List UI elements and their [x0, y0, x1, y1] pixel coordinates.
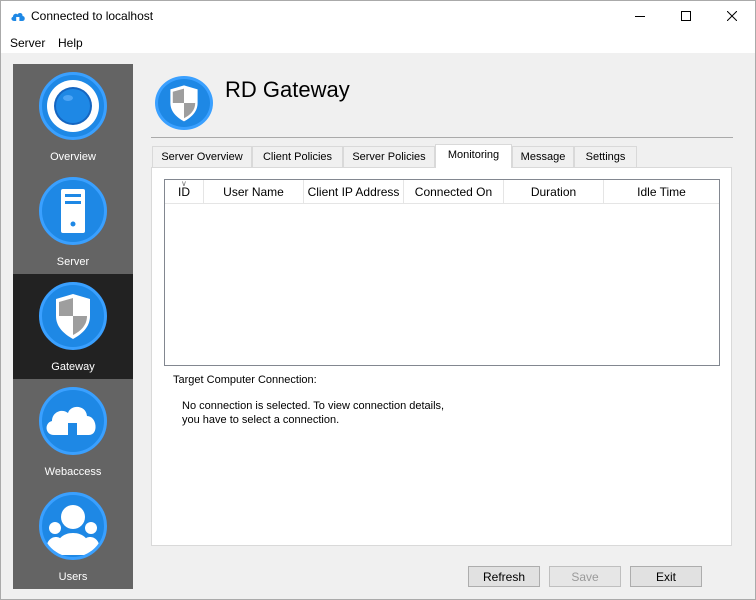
- column-header-id[interactable]: ∨ ID: [165, 179, 204, 204]
- overview-icon: [39, 72, 107, 140]
- title-bar: Connected to localhost: [1, 1, 755, 31]
- shield-icon: [39, 282, 107, 350]
- sidebar-item-users[interactable]: Users: [13, 484, 133, 589]
- tab-server-policies[interactable]: Server Policies: [343, 146, 435, 167]
- shield-icon: [155, 76, 213, 130]
- maximize-icon: [681, 11, 691, 21]
- menu-bar: Server Help: [1, 31, 755, 53]
- target-connection-label: Target Computer Connection:: [173, 374, 317, 386]
- column-header-duration[interactable]: Duration: [504, 180, 604, 204]
- sidebar-item-label: Gateway: [51, 361, 95, 373]
- target-connection-info: No connection is selected. To view conne…: [182, 399, 502, 427]
- target-info-line: No connection is selected. To view conne…: [182, 400, 445, 412]
- page-title: RD Gateway: [225, 77, 350, 102]
- menu-server[interactable]: Server: [10, 36, 45, 50]
- users-icon: [39, 492, 107, 560]
- connections-list[interactable]: ∨ ID User Name Client IP Address Connect…: [164, 179, 720, 366]
- list-header: ∨ ID User Name Client IP Address Connect…: [165, 179, 719, 204]
- tab-server-overview[interactable]: Server Overview: [152, 146, 252, 167]
- sort-caret-icon: ∨: [181, 179, 187, 188]
- sidebar-item-label: Webaccess: [44, 466, 102, 478]
- window-title: Connected to localhost: [31, 9, 154, 23]
- sidebar: Overview Server Gateway Webaccess Users: [13, 64, 133, 589]
- cloud-icon: [39, 387, 107, 455]
- server-icon: [39, 177, 107, 245]
- save-button[interactable]: Save: [549, 566, 621, 587]
- minimize-button[interactable]: [617, 1, 663, 31]
- refresh-button[interactable]: Refresh: [468, 566, 540, 587]
- sidebar-item-label: Server: [56, 256, 90, 268]
- monitoring-panel: ∨ ID User Name Client IP Address Connect…: [151, 167, 732, 546]
- close-icon: [727, 11, 737, 21]
- cloud-icon: [10, 9, 26, 23]
- maximize-button[interactable]: [663, 1, 709, 31]
- column-header-idle-time[interactable]: Idle Time: [604, 180, 719, 204]
- sidebar-item-label: Overview: [50, 151, 96, 163]
- tab-settings[interactable]: Settings: [574, 146, 637, 167]
- tab-message[interactable]: Message: [512, 146, 574, 167]
- minimize-icon: [635, 16, 645, 17]
- target-info-line: you have to select a connection.: [182, 414, 340, 426]
- header-divider: [151, 137, 733, 138]
- sidebar-item-server[interactable]: Server: [13, 169, 133, 274]
- column-header-client-ip[interactable]: Client IP Address: [304, 180, 404, 204]
- tab-monitoring[interactable]: Monitoring: [435, 144, 512, 168]
- column-header-connected-on[interactable]: Connected On: [404, 180, 504, 204]
- menu-help[interactable]: Help: [58, 36, 83, 50]
- close-button[interactable]: [709, 1, 755, 31]
- tab-client-policies[interactable]: Client Policies: [252, 146, 343, 167]
- sidebar-item-label: Users: [58, 571, 88, 583]
- exit-button[interactable]: Exit: [630, 566, 702, 587]
- column-header-user-name[interactable]: User Name: [204, 180, 304, 204]
- sidebar-item-gateway[interactable]: Gateway: [13, 274, 133, 379]
- sidebar-item-webaccess[interactable]: Webaccess: [13, 379, 133, 484]
- main-window: Connected to localhost Server Help Overv…: [0, 0, 756, 600]
- sidebar-item-overview[interactable]: Overview: [13, 64, 133, 169]
